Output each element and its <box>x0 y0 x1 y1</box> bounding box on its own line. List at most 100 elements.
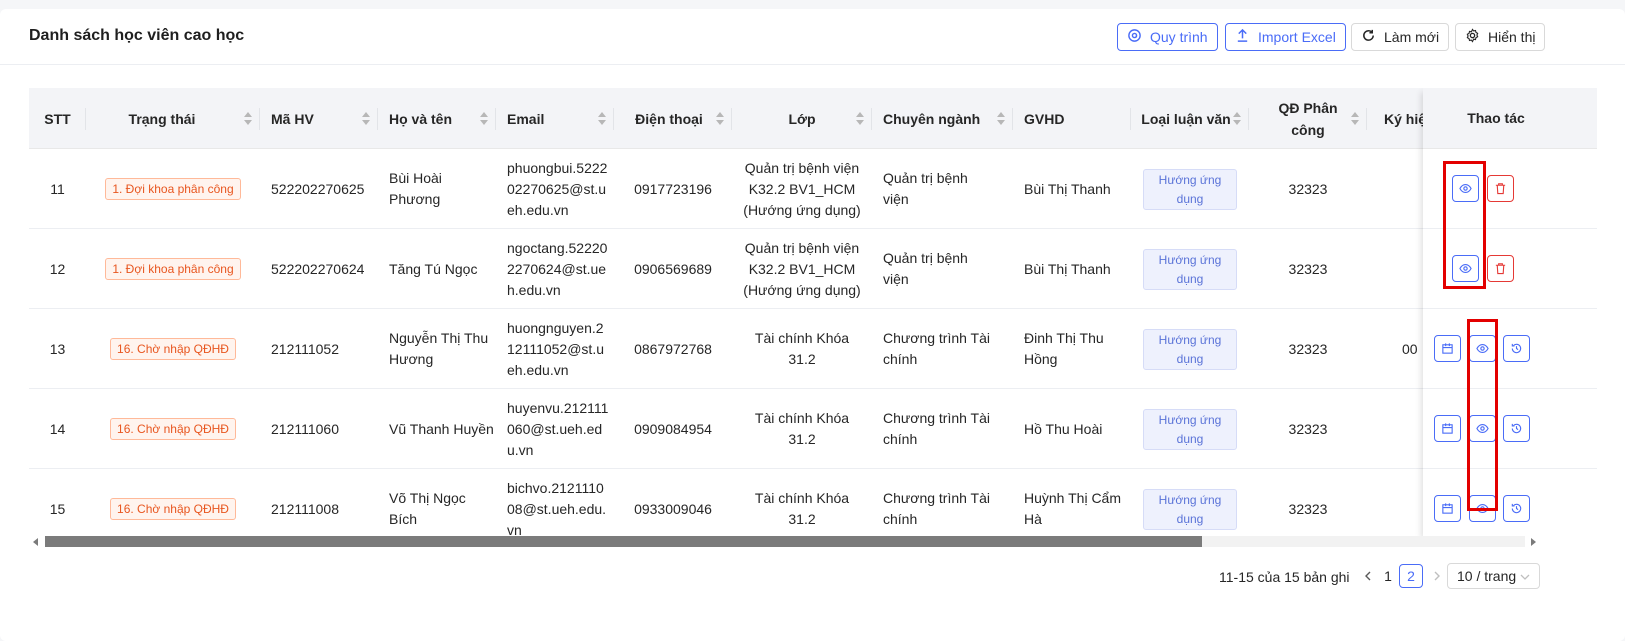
next-page-button[interactable] <box>1425 564 1449 588</box>
table-row: 11 1. Đợi khoa phân công 522202270625 Bùi H… <box>29 149 1597 229</box>
thesis-type-badge: Hướng ứng dụng <box>1143 408 1237 450</box>
cell-class: Tài chính Khóa 31.2 <box>732 389 872 469</box>
cell-text: 212111052 <box>271 340 339 357</box>
schedule-button[interactable] <box>1434 335 1461 362</box>
cell-text: 32323 <box>1288 340 1328 357</box>
display-settings-button[interactable]: Hiển thị <box>1455 23 1546 51</box>
student-list-card: Danh sách học viên cao học Quy trình Imp… <box>0 9 1625 641</box>
cell-text: 0917723196 <box>634 180 712 197</box>
col-thesis-type[interactable]: Loại luận văn <box>1131 88 1249 149</box>
cell-symbol <box>1367 149 1427 229</box>
thesis-type-badge: Hướng ứng dụng <box>1143 248 1237 290</box>
status-badge: 1. Đợi khoa phân công <box>105 258 241 280</box>
cell-text: 32323 <box>1288 260 1328 277</box>
reload-icon <box>1361 28 1376 46</box>
cell-text: 15 <box>49 500 66 517</box>
horizontal-scrollbar[interactable] <box>29 532 1597 547</box>
cell-stt: 14 <box>29 389 86 469</box>
sort-icon[interactable] <box>598 112 606 126</box>
cell-major: Chương trình Tài chính <box>872 309 1013 389</box>
scroll-left-arrow[interactable] <box>33 538 38 546</box>
cell-decision: 32323 <box>1249 229 1367 309</box>
cell-text: 0867972768 <box>634 340 712 357</box>
cell-text: 12 <box>49 260 66 277</box>
cell-email: huyenvu.212111060@st.ueh.edu.vn <box>496 389 614 469</box>
history-icon <box>1510 502 1523 515</box>
status-badge: 16. Chờ nhập QĐHĐ <box>110 338 236 360</box>
scroll-right-arrow[interactable] <box>1531 538 1536 546</box>
thesis-type-badge: Hướng ứng dụng <box>1143 488 1237 530</box>
cell-text: Quản trị bệnh viện K32.2 BV1_HCM (Hướng … <box>743 159 861 218</box>
import-excel-button[interactable]: Import Excel <box>1225 23 1346 51</box>
cell-major: Chương trình Tài chính <box>872 389 1013 469</box>
page-1-button[interactable]: 1 <box>1376 564 1400 588</box>
col-name[interactable]: Họ và tên <box>378 88 496 149</box>
cell-text: Quản trị bệnh viện <box>883 250 968 287</box>
refresh-button[interactable]: Làm mới <box>1351 23 1450 51</box>
table-row: 13 16. Chờ nhập QĐHĐ 212111052 Nguyễn Thị T… <box>29 309 1597 389</box>
sort-icon[interactable] <box>244 112 252 126</box>
actions-column: Thao tác <box>1423 88 1597 543</box>
cell-class: Quản trị bệnh viện K32.2 BV1_HCM (Hướng … <box>732 149 872 229</box>
import-excel-label: Import Excel <box>1258 29 1336 45</box>
scroll-thumb[interactable] <box>45 536 1202 547</box>
row-actions <box>1423 389 1597 469</box>
cell-text: Chương trình Tài chính <box>883 330 991 367</box>
schedule-button[interactable] <box>1434 415 1461 442</box>
cell-text: Tài chính Khóa 31.2 <box>754 490 850 527</box>
cell-phone: 0909084954 <box>614 389 732 469</box>
sort-icon[interactable] <box>480 112 488 126</box>
delete-button[interactable] <box>1487 255 1514 282</box>
table-header: STT Trạng thái Mã HV Họ và tên Email Điệ… <box>29 88 1597 149</box>
col-phone[interactable]: Điện thoại <box>614 88 732 149</box>
cell-major: Quản trị bệnh viện <box>872 149 1013 229</box>
cell-code: 212111060 <box>260 389 378 469</box>
cell-text: Tăng Tú Ngọc <box>389 260 478 277</box>
sort-icon[interactable] <box>1351 112 1359 126</box>
history-icon <box>1510 422 1523 435</box>
process-button[interactable]: Quy trình <box>1117 23 1218 51</box>
cell-status: 1. Đợi khoa phân công <box>86 149 260 229</box>
sort-icon[interactable] <box>1233 112 1241 126</box>
cell-text: 11 <box>50 180 65 197</box>
col-status[interactable]: Trạng thái <box>86 88 260 149</box>
schedule-button[interactable] <box>1434 495 1461 522</box>
cell-advisor: Bùi Thị Thanh <box>1013 229 1131 309</box>
delete-button[interactable] <box>1487 175 1514 202</box>
cell-stt: 12 <box>29 229 86 309</box>
student-table: STT Trạng thái Mã HV Họ và tên Email Điệ… <box>29 88 1597 543</box>
sort-icon[interactable] <box>716 112 724 126</box>
status-badge: 1. Đợi khoa phân công <box>105 178 241 200</box>
col-class[interactable]: Lớp <box>732 88 872 149</box>
history-button[interactable] <box>1503 335 1530 362</box>
highlight-box <box>1443 161 1486 289</box>
page-size-select[interactable]: 10 / trang <box>1447 563 1540 589</box>
cell-decision: 32323 <box>1249 389 1367 469</box>
page-2-button[interactable]: 2 <box>1399 564 1423 588</box>
cell-text: Quản trị bệnh viện <box>883 170 968 207</box>
col-decision[interactable]: QĐ Phân công <box>1249 88 1367 149</box>
cell-symbol <box>1367 389 1427 469</box>
card-header: Danh sách học viên cao học Quy trình Imp… <box>0 9 1625 65</box>
col-code[interactable]: Mã HV <box>260 88 378 149</box>
cell-text: 32323 <box>1288 500 1328 517</box>
cell-code: 522202270624 <box>260 229 378 309</box>
cell-class: Tài chính Khóa 31.2 <box>732 309 872 389</box>
pagination-summary: 11-15 của 15 bản ghi <box>1219 568 1350 585</box>
highlight-box <box>1467 319 1498 511</box>
cell-thesis-type: Hướng ứng dụng <box>1131 229 1249 309</box>
col-actions: Thao tác <box>1423 88 1597 149</box>
page-size-value: 10 / trang <box>1457 568 1517 584</box>
sort-icon[interactable] <box>856 112 864 126</box>
sort-icon[interactable] <box>997 112 1005 126</box>
cell-text: 14 <box>49 420 66 437</box>
thesis-type-badge: Hướng ứng dụng <box>1143 328 1237 370</box>
cell-text: 522202270625 <box>271 180 365 197</box>
cell-symbol: 00 <box>1367 309 1427 389</box>
col-email[interactable]: Email <box>496 88 614 149</box>
cell-text: 522202270624 <box>271 260 365 277</box>
col-major[interactable]: Chuyên ngành <box>872 88 1013 149</box>
history-button[interactable] <box>1503 495 1530 522</box>
sort-icon[interactable] <box>362 112 370 126</box>
history-button[interactable] <box>1503 415 1530 442</box>
